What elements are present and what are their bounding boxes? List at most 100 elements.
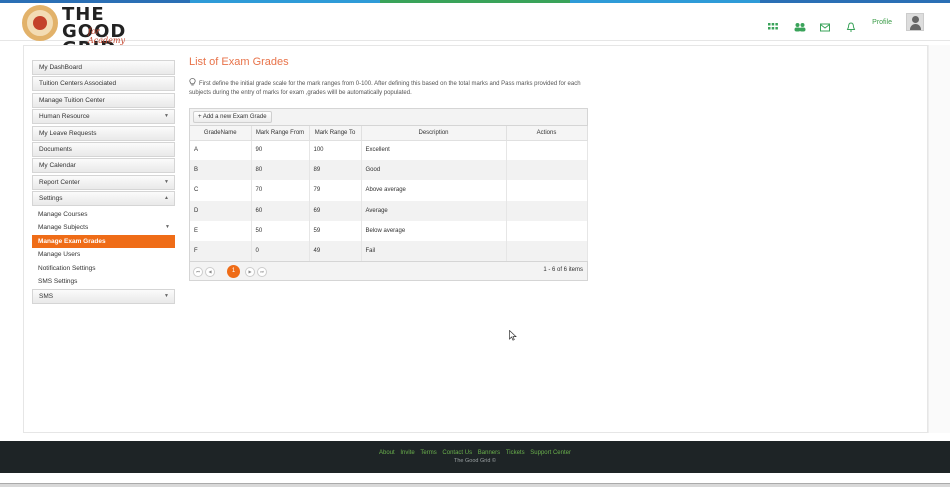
main-content: List of Exam Grades First define the ini… bbox=[189, 56, 589, 98]
sidebar-item-sms[interactable]: SMS ▼ bbox=[32, 288, 175, 304]
sidebar-item-human-resource[interactable]: Human Resource ▼ bbox=[32, 109, 175, 125]
sidebar-item-dashboard[interactable]: My DashBoard bbox=[32, 60, 175, 75]
cell-actions bbox=[506, 200, 588, 221]
cell-grade-name: A bbox=[190, 140, 252, 161]
sidebar-subitem-notification-settings[interactable]: Notification Settings bbox=[32, 261, 175, 276]
cell-mark-from: 90 bbox=[251, 140, 310, 161]
sidebar-subitem-sms-settings[interactable]: SMS Settings bbox=[32, 275, 175, 289]
sidebar-subitem-manage-exam-grades[interactable]: Manage Exam Grades bbox=[32, 234, 175, 249]
cell-description: Fail bbox=[361, 240, 507, 262]
sidebar-item-calendar[interactable]: My Calendar bbox=[32, 158, 175, 174]
column-header-actions: Actions bbox=[506, 126, 588, 141]
chevron-down-icon: ▼ bbox=[164, 113, 169, 120]
sidebar-item-manage-tuition-center[interactable]: Manage Tuition Center bbox=[32, 92, 175, 108]
avatar[interactable] bbox=[906, 13, 924, 31]
footer: About Invite Terms Contact Us Banners Ti… bbox=[0, 441, 950, 473]
footer-link-tickets[interactable]: Tickets bbox=[506, 450, 525, 456]
table-row[interactable]: B 80 89 Good bbox=[190, 160, 588, 181]
cell-description: Good bbox=[361, 160, 507, 181]
column-header-description[interactable]: Description bbox=[361, 126, 507, 141]
logo-emblem-icon bbox=[22, 5, 58, 41]
intro-text: First define the initial grade scale for… bbox=[189, 78, 594, 98]
cell-mark-to: 100 bbox=[309, 140, 362, 161]
sidebar-subitem-manage-users[interactable]: Manage Users bbox=[32, 248, 175, 262]
cell-actions bbox=[506, 140, 588, 161]
column-header-mark-range-to[interactable]: Mark Range To bbox=[309, 126, 362, 141]
lightbulb-icon bbox=[189, 78, 196, 86]
sidebar-item-settings[interactable]: Settings ▲ bbox=[32, 191, 175, 207]
app-header: THE GOOD GRID for Academy Profile bbox=[0, 3, 950, 58]
first-page-icon[interactable]: ⏮ bbox=[193, 267, 203, 278]
chevron-down-icon: ▼ bbox=[165, 224, 170, 231]
table-row[interactable]: C 70 79 Above average bbox=[190, 180, 588, 201]
chevron-down-icon: ▼ bbox=[164, 178, 169, 185]
bell-icon[interactable] bbox=[846, 17, 858, 32]
grid-icon[interactable] bbox=[768, 17, 780, 30]
footer-links: About Invite Terms Contact Us Banners Ti… bbox=[0, 450, 950, 456]
last-page-icon[interactable]: ⏭ bbox=[257, 267, 267, 278]
column-header-mark-range-from[interactable]: Mark Range From bbox=[251, 126, 310, 141]
cell-mark-from: 0 bbox=[251, 240, 310, 262]
cell-grade-name: C bbox=[190, 180, 252, 201]
cell-grade-name: D bbox=[190, 200, 252, 221]
cell-actions bbox=[506, 220, 588, 241]
cell-mark-from: 60 bbox=[251, 200, 310, 221]
sidebar-item-documents[interactable]: Documents bbox=[32, 141, 175, 157]
chevron-down-icon: ▼ bbox=[164, 292, 169, 299]
cell-description: Average bbox=[361, 200, 507, 221]
cell-actions bbox=[506, 180, 588, 201]
prev-page-icon[interactable]: ◀ bbox=[205, 267, 215, 278]
sidebar-subitem-manage-subjects[interactable]: Manage Subjects ▼ bbox=[32, 221, 175, 235]
table-header-row: GradeName Mark Range From Mark Range To … bbox=[190, 126, 588, 141]
mouse-cursor-icon bbox=[509, 326, 517, 341]
cell-mark-from: 70 bbox=[251, 180, 310, 201]
footer-link-support-center[interactable]: Support Center bbox=[530, 450, 571, 456]
users-icon[interactable] bbox=[794, 17, 806, 32]
page-title: List of Exam Grades bbox=[189, 56, 289, 68]
logo-subtitle: for Academy bbox=[88, 27, 125, 45]
footer-link-contact-us[interactable]: Contact Us bbox=[442, 450, 472, 456]
cell-mark-to: 69 bbox=[309, 200, 362, 221]
grades-table: GradeName Mark Range From Mark Range To … bbox=[190, 126, 588, 262]
current-page-button[interactable]: 1 bbox=[227, 265, 240, 279]
exam-grades-grid: + Add a new Exam Grade GradeName Mark Ra… bbox=[189, 108, 588, 282]
right-scroll-area[interactable] bbox=[928, 45, 950, 433]
cell-mark-from: 80 bbox=[251, 160, 310, 181]
add-exam-grade-button[interactable]: + Add a new Exam Grade bbox=[193, 111, 272, 123]
cell-description: Above average bbox=[361, 180, 507, 201]
cell-mark-to: 89 bbox=[309, 160, 362, 181]
sidebar-subitem-manage-courses[interactable]: Manage Courses bbox=[32, 207, 175, 222]
sidebar-item-report-center[interactable]: Report Center ▼ bbox=[32, 174, 175, 190]
next-page-icon[interactable]: ▶ bbox=[245, 267, 255, 278]
profile-link[interactable]: Profile bbox=[872, 19, 892, 26]
taskbar bbox=[0, 483, 950, 487]
sidebar-item-leave-requests[interactable]: My Leave Requests bbox=[32, 125, 175, 141]
cell-grade-name: B bbox=[190, 160, 252, 181]
table-row[interactable]: D 60 69 Average bbox=[190, 200, 588, 221]
cell-mark-to: 59 bbox=[309, 220, 362, 241]
mail-icon[interactable] bbox=[820, 17, 832, 32]
table-row[interactable]: A 90 100 Excellent bbox=[190, 140, 588, 161]
logo[interactable]: THE GOOD GRID for Academy bbox=[22, 3, 137, 58]
cell-mark-to: 79 bbox=[309, 180, 362, 201]
footer-link-invite[interactable]: Invite bbox=[400, 450, 414, 456]
column-header-grade-name[interactable]: GradeName bbox=[190, 126, 252, 141]
pager-info: 1 - 6 of 6 items bbox=[543, 267, 583, 274]
footer-copyright: The Good Grid © bbox=[454, 458, 496, 464]
cell-description: Below average bbox=[361, 220, 507, 241]
cell-description: Excellent bbox=[361, 140, 507, 161]
table-row[interactable]: E 50 59 Below average bbox=[190, 220, 588, 241]
chevron-up-icon: ▲ bbox=[164, 195, 169, 202]
cell-mark-from: 50 bbox=[251, 220, 310, 241]
cell-actions bbox=[506, 240, 588, 262]
grid-pager: ⏮ ◀ 1 ▶ ⏭ 1 - 6 of 6 items bbox=[190, 261, 587, 281]
footer-link-terms[interactable]: Terms bbox=[420, 450, 436, 456]
table-row[interactable]: F 0 49 Fail bbox=[190, 240, 588, 262]
sidebar: My DashBoard Tuition Centers Associated … bbox=[32, 60, 175, 305]
footer-link-banners[interactable]: Banners bbox=[478, 450, 500, 456]
sidebar-item-tuition-centers[interactable]: Tuition Centers Associated bbox=[32, 76, 175, 92]
cell-actions bbox=[506, 160, 588, 181]
footer-link-about[interactable]: About bbox=[379, 450, 395, 456]
cell-grade-name: E bbox=[190, 220, 252, 241]
cell-grade-name: F bbox=[190, 240, 252, 262]
